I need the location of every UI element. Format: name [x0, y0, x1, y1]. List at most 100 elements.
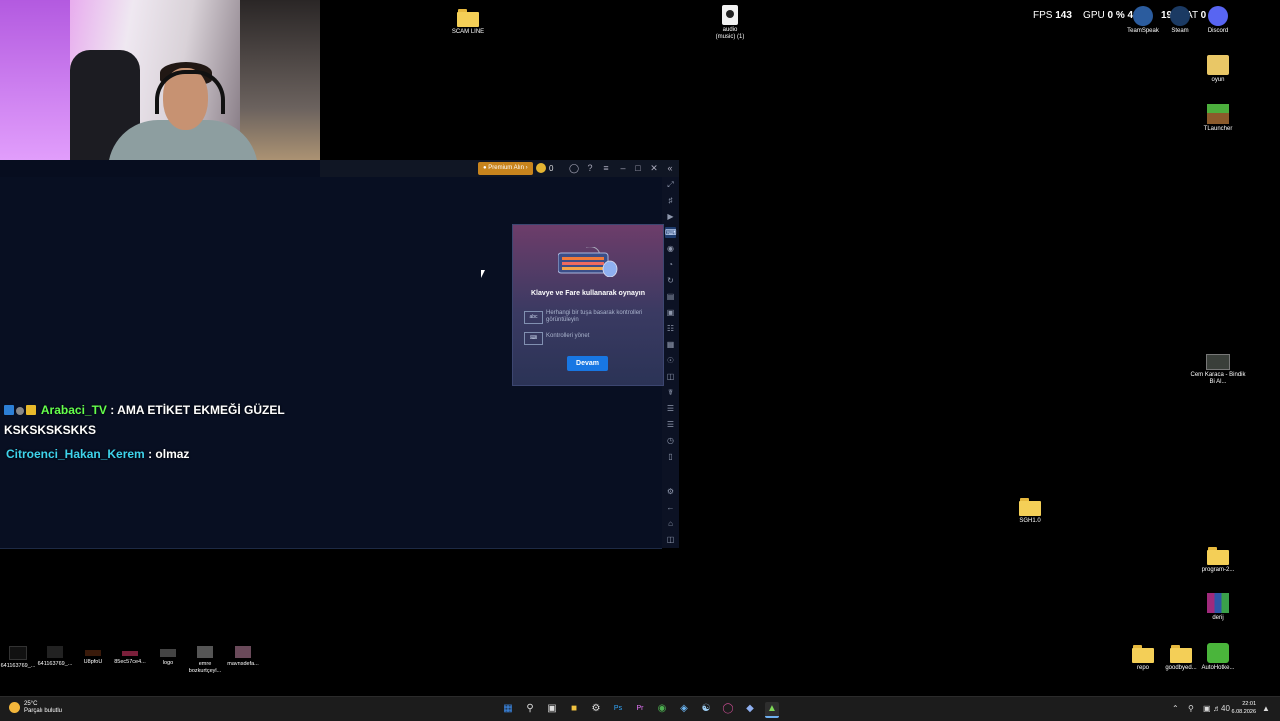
fullscreen-icon[interactable]: ⤢: [665, 179, 676, 190]
search-icon[interactable]: ⚲: [523, 702, 537, 716]
screenshot-icon[interactable]: ▣: [665, 307, 676, 318]
dialog-option-manage-controls[interactable]: ⌨ Kontrolleri yönet: [524, 331, 654, 345]
file-explorer-icon[interactable]: ■: [567, 702, 581, 716]
media-icon[interactable]: ▶: [665, 211, 676, 222]
desktop-icon-program[interactable]: program-2...: [1188, 545, 1248, 574]
microphone-icon[interactable]: ⚲: [1188, 703, 1194, 715]
continue-button[interactable]: Devam: [567, 356, 608, 371]
chat-message: Arabaci_TV : AMA ETİKET EKMEĞİ GÜZEL KSK…: [4, 400, 324, 440]
premium-button[interactable]: ● Premium Alın ›: [478, 162, 533, 175]
close-icon[interactable]: ✕: [648, 162, 660, 174]
chat-username: Citroenci_Hakan_Kerem: [6, 447, 145, 461]
desktop-icon-label: audio (music) (1): [715, 27, 745, 40]
desktop-icon-teamspeak[interactable]: TeamSpeak: [1125, 6, 1161, 34]
gpu-usage-value: 0 %: [1107, 10, 1125, 21]
keyboard-icon[interactable]: ⌨: [665, 227, 677, 238]
maximize-icon[interactable]: □: [632, 162, 644, 174]
desktop-icon-oyun[interactable]: oyun: [1188, 55, 1248, 84]
weather-sun-icon: [9, 702, 20, 713]
desktop-thumb-2[interactable]: 641163769_...: [37, 646, 73, 668]
abc-key-icon: abc: [524, 311, 543, 324]
desktop-thumb-5[interactable]: logo: [150, 646, 186, 667]
files-icon[interactable]: ◫: [665, 371, 676, 382]
prime-badge-icon: [4, 405, 14, 415]
desktop-icon-label: SCAM LINE: [451, 29, 485, 35]
desktop-icon-label: derij: [1212, 615, 1224, 621]
tray-overflow-icon[interactable]: ⌃: [1172, 703, 1179, 715]
book-icon[interactable]: ▯: [665, 451, 676, 462]
app-icon[interactable]: ⚙: [589, 702, 603, 716]
desktop-thumb-4[interactable]: 85ec57ce4...: [112, 646, 148, 666]
obs-icon[interactable]: ◯: [721, 702, 735, 716]
desktop-icon-scam-line[interactable]: SCAM LINE: [438, 7, 498, 36]
desktop-icon-label: TeamSpeak: [1127, 28, 1159, 34]
back-icon[interactable]: ←: [665, 502, 676, 513]
desktop-icon-label: emre bozkurtçeyl...: [188, 661, 222, 674]
mouse-cursor-icon: [481, 270, 485, 278]
rotate-icon[interactable]: ↻: [665, 275, 676, 286]
desktop-thumb-6[interactable]: emre bozkurtçeyl...: [187, 646, 223, 675]
menu-icon[interactable]: ≡: [600, 162, 612, 174]
emulator-titlebar[interactable]: ● Premium Alın › 0 ◯ ? ≡ – □ ✕ «: [320, 160, 679, 177]
sync-icon[interactable]: ☰: [665, 403, 676, 414]
desktop-icon-tlauncher[interactable]: TLauncher: [1188, 104, 1248, 133]
minimize-icon[interactable]: –: [617, 162, 629, 174]
coin-count: 0: [549, 164, 554, 173]
chrome-icon[interactable]: ◉: [655, 702, 669, 716]
collapse-sidebar-icon[interactable]: «: [664, 162, 676, 174]
gpu-label: GPU: [1083, 10, 1105, 21]
performance-icon[interactable]: ◷: [665, 435, 676, 446]
desktop-thumb-7[interactable]: mavnsdefa...: [225, 646, 261, 668]
desktop-icon-autohotkey[interactable]: AutoHotke...: [1188, 643, 1248, 672]
folder-icon: [1207, 545, 1229, 565]
eco-mode-icon[interactable]: ☤: [665, 387, 676, 398]
recent-apps-icon[interactable]: ◫: [665, 534, 676, 545]
desktop-icon-derij[interactable]: derij: [1188, 593, 1248, 622]
task-view-icon[interactable]: ▣: [545, 702, 559, 716]
gallery-icon[interactable]: ▦: [665, 339, 676, 350]
home-icon[interactable]: ⌂: [665, 518, 676, 529]
chat-message: Citroenci_Hakan_Kerem : olmaz: [4, 444, 324, 464]
desktop-icon-discord[interactable]: Discord: [1200, 6, 1236, 34]
webcam-headset: [155, 70, 225, 114]
volume-icon[interactable]: ♯: [665, 195, 676, 206]
desktop-icon-audio[interactable]: audio (music) (1): [700, 5, 760, 41]
vpn-icon[interactable]: ◈: [677, 702, 691, 716]
photoshop-icon[interactable]: Ps: [611, 702, 625, 716]
desktop-icon-cem-karaca[interactable]: Cem Karaca - Bindik Bi Al...: [1188, 354, 1248, 386]
keyboard-mouse-dialog: Klavye ve Fare kullanarak oynayın abc He…: [512, 224, 664, 386]
macro-icon[interactable]: ◔: [665, 259, 676, 270]
image-file-icon: [160, 649, 176, 657]
start-windows-icon[interactable]: ▦: [501, 702, 515, 716]
layers-icon[interactable]: ☰: [665, 419, 676, 430]
winrar-icon: [1207, 593, 1229, 613]
desktop-thumb-1[interactable]: 641163769_...: [0, 646, 36, 670]
emulator-taskbar-icon[interactable]: ▲: [765, 702, 779, 718]
location-icon[interactable]: ☉: [665, 355, 676, 366]
help-icon[interactable]: ?: [584, 162, 596, 174]
shake-icon[interactable]: ☷: [665, 323, 676, 334]
premiere-icon[interactable]: Pr: [633, 702, 647, 716]
record-icon[interactable]: ◉: [665, 243, 676, 254]
dialog-title: Klavye ve Fare kullanarak oynayın: [530, 290, 645, 297]
desktop-icon-label: Cem Karaca - Bindik Bi Al...: [1190, 372, 1246, 385]
desktop-icon-steam[interactable]: Steam: [1162, 6, 1198, 34]
desktop-icon-label: 85ec57ce4...: [114, 659, 146, 665]
tlauncher-icon: [1207, 104, 1229, 124]
bluestacks-icon[interactable]: ◆: [743, 702, 757, 716]
weather-description: Parçalı bulutlu: [24, 708, 63, 714]
fps-value: 143: [1055, 10, 1072, 21]
desktop-icon-label: oyun: [1211, 77, 1225, 83]
crown-badge-icon: [26, 405, 36, 415]
dialog-option-text: Kontrolleri yönet: [546, 333, 590, 339]
settings-icon[interactable]: ⚙: [665, 486, 676, 497]
desktop-icon-label: program-2...: [1201, 567, 1235, 573]
desktop-thumb-3[interactable]: U8pfoU: [75, 646, 111, 666]
steam-taskbar-icon[interactable]: ☯: [699, 702, 713, 716]
network-icon[interactable]: ▣: [1203, 703, 1211, 715]
account-icon[interactable]: ◯: [568, 162, 580, 174]
apk-icon[interactable]: ▤: [665, 291, 676, 302]
desktop-icon-sgh[interactable]: SGH1.0: [1000, 496, 1060, 525]
notification-icon[interactable]: ▲: [1262, 703, 1270, 715]
clock[interactable]: 22:01 6.08.2026: [1226, 700, 1256, 716]
